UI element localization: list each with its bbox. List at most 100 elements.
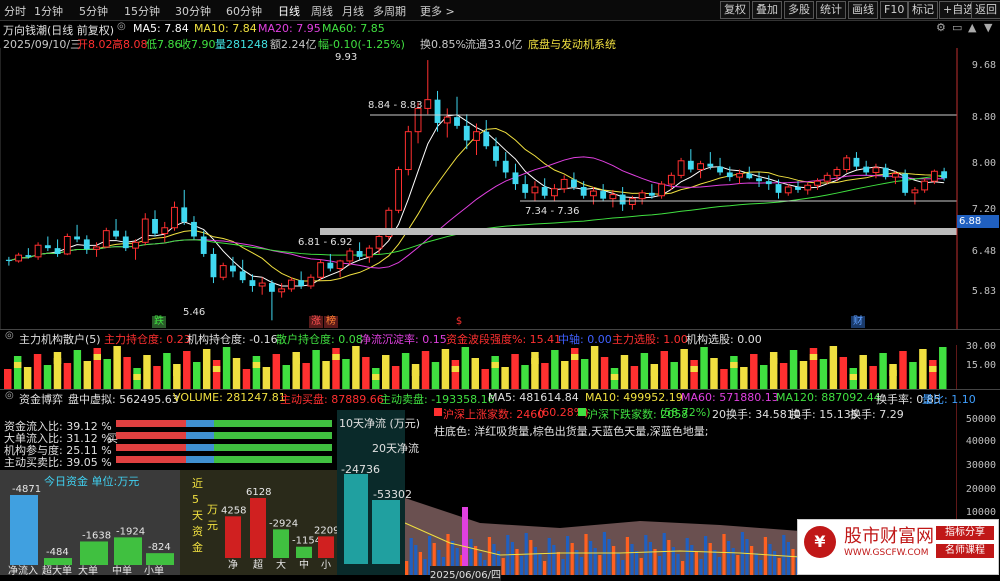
marker-rise[interactable]: 涨 bbox=[309, 316, 323, 328]
statistics-button[interactable]: 统计 bbox=[816, 1, 846, 19]
up-arrow-icon[interactable]: ▲ bbox=[968, 21, 976, 34]
volume-bar bbox=[754, 553, 758, 575]
candle-body bbox=[580, 187, 587, 196]
indicator-bar bbox=[401, 353, 410, 389]
marker-rank[interactable]: 榜 bbox=[324, 316, 338, 328]
indicator-bar bbox=[292, 352, 300, 389]
period-tab-daily[interactable]: 日线 bbox=[278, 3, 300, 19]
low-annotation: 5.46 bbox=[183, 307, 206, 318]
master-course-button[interactable]: 名师课程 bbox=[936, 544, 994, 558]
watermark-url: WWW.GSCFW.COM bbox=[844, 548, 929, 558]
volume-bar bbox=[593, 548, 597, 575]
indicator-bar-accent bbox=[212, 366, 221, 372]
candle-body bbox=[191, 221, 197, 237]
indicator-share-button[interactable]: 指标分享 bbox=[936, 526, 994, 540]
candle-body bbox=[375, 235, 383, 249]
candle-body bbox=[34, 244, 42, 258]
indicator-bar bbox=[252, 356, 261, 389]
candle-body bbox=[122, 236, 129, 249]
indicator-y-label-2: 15.00 bbox=[965, 360, 996, 371]
indicator-bar bbox=[630, 366, 639, 389]
window-icon[interactable]: ▭ bbox=[952, 21, 962, 34]
indicator-bar bbox=[382, 355, 390, 389]
indicator-bar bbox=[541, 363, 549, 389]
volume-bar bbox=[763, 537, 768, 575]
volume-bar bbox=[648, 542, 653, 575]
range-annotation-1: 8.84 - 8.83 bbox=[368, 100, 423, 111]
candle-body bbox=[795, 187, 801, 190]
adjust-button[interactable]: 复权 bbox=[720, 1, 750, 19]
indicator-bar bbox=[173, 364, 181, 389]
indicator-bar-accent bbox=[53, 358, 62, 364]
period-tab-more[interactable]: 更多 > bbox=[420, 3, 455, 19]
price-chart[interactable] bbox=[0, 48, 1000, 330]
volume-bar bbox=[658, 556, 662, 575]
candle-body bbox=[346, 250, 354, 262]
candle-body bbox=[726, 172, 733, 178]
period-tab-5min[interactable]: 5分钟 bbox=[79, 3, 108, 19]
volume-bar bbox=[713, 550, 717, 575]
marker-dollar[interactable]: $ bbox=[452, 316, 466, 328]
today-fund-label: 净流入 bbox=[8, 564, 38, 575]
period-tab-multi[interactable]: 多周期 bbox=[373, 3, 406, 19]
five-day-value: -1154 bbox=[292, 536, 321, 547]
indicator-bar bbox=[789, 350, 798, 389]
fund-collapse-icon[interactable]: ◎ bbox=[5, 390, 14, 401]
candle-body bbox=[872, 167, 880, 173]
candle-body bbox=[628, 198, 636, 205]
period-tab-15min[interactable]: 15分钟 bbox=[124, 3, 160, 19]
fall-pct: (58.72%) bbox=[660, 406, 711, 419]
volume-bar bbox=[690, 545, 694, 575]
period-tab-monthly[interactable]: 月线 bbox=[342, 3, 364, 19]
overlay-button[interactable]: 叠加 bbox=[752, 1, 782, 19]
collapse-icon[interactable]: ◎ bbox=[117, 21, 126, 32]
volume-bar bbox=[414, 545, 418, 575]
period-tab-weekly[interactable]: 周线 bbox=[311, 3, 333, 19]
five-day-label: 中 bbox=[299, 558, 309, 571]
volume-bar bbox=[501, 558, 505, 575]
period-tab-60min[interactable]: 60分钟 bbox=[226, 3, 262, 19]
indicator-bar-accent bbox=[13, 362, 22, 368]
indicator-bars[interactable] bbox=[0, 345, 957, 389]
period-tab-1min[interactable]: 1分钟 bbox=[34, 3, 63, 19]
indicator-bar-accent bbox=[93, 354, 101, 360]
volume-bar bbox=[520, 556, 524, 575]
period-tab-30min[interactable]: 30分钟 bbox=[175, 3, 211, 19]
twenty-day-title: 20天净流 bbox=[372, 442, 419, 455]
indicator-bar bbox=[899, 351, 907, 389]
indicator-bar bbox=[391, 366, 400, 389]
marker-drop[interactable]: 跌 bbox=[152, 316, 166, 328]
indicator-collapse-icon[interactable]: ◎ bbox=[5, 330, 14, 341]
down-arrow-icon[interactable]: ▼ bbox=[984, 21, 992, 34]
candle-body bbox=[736, 173, 743, 178]
candle-body bbox=[784, 186, 792, 194]
bar-color-legend: 柱底色: 洋红吸货量,棕色出货量,天蓝色天量,深蓝色地量; bbox=[434, 425, 709, 438]
indicator-bar bbox=[750, 354, 758, 389]
candle-body bbox=[171, 206, 178, 229]
indicator-bar bbox=[362, 357, 370, 389]
volume-bar bbox=[768, 544, 772, 575]
ratio-red-segment bbox=[116, 456, 186, 463]
indicator-bar-accent bbox=[411, 370, 420, 376]
marker-finance[interactable]: 财 bbox=[851, 316, 865, 328]
candle-body bbox=[560, 178, 568, 190]
settings-gear-icon[interactable]: ⚙ bbox=[936, 21, 946, 34]
period-tab-fenshi[interactable]: 分时 bbox=[4, 3, 26, 19]
candle-body bbox=[902, 173, 909, 193]
mark-button[interactable]: 标记 bbox=[908, 1, 938, 19]
draw-line-button[interactable]: 画线 bbox=[848, 1, 878, 19]
candle-body bbox=[25, 255, 32, 257]
back-button[interactable]: 返回 bbox=[971, 1, 1000, 19]
volume-bar bbox=[777, 558, 781, 575]
candle-body bbox=[833, 169, 841, 176]
range-annotation-2: 7.34 - 7.36 bbox=[525, 206, 580, 217]
multi-stock-button[interactable]: 多股 bbox=[784, 1, 814, 19]
watermark-title: 股市财富网 bbox=[844, 526, 934, 547]
indicator-bar bbox=[302, 363, 310, 389]
f10-button[interactable]: F10 bbox=[880, 1, 909, 19]
panel-divider-1 bbox=[0, 329, 1000, 330]
candle-body bbox=[230, 265, 236, 272]
candle-body bbox=[863, 166, 870, 173]
indicator-bar bbox=[431, 362, 440, 389]
ratio-blue-segment bbox=[186, 432, 214, 439]
